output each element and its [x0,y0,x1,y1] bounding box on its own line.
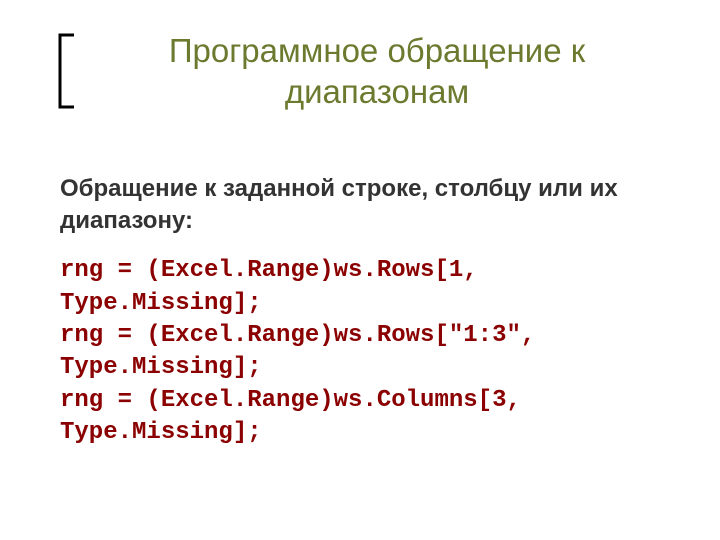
body-paragraph: Обращение к заданной строке, столбцу или… [60,173,660,238]
slide-title: Программное обращение к диапазонам [94,30,660,113]
left-bracket-icon [50,31,82,111]
title-row: Программное обращение к диапазонам [60,30,660,113]
code-block: rng = (Excel.Range)ws.Rows[1, Type.Missi… [60,255,660,449]
